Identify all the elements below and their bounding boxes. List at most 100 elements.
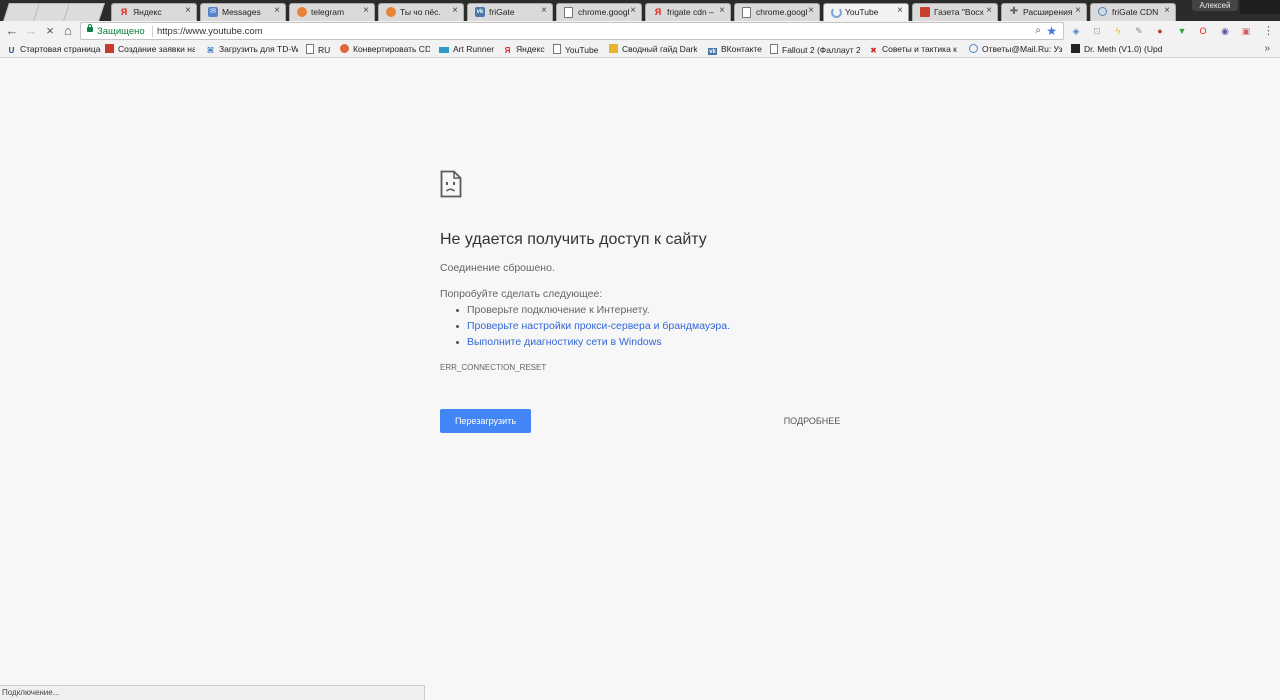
tab-title: YouTube <box>845 7 879 17</box>
bookmark-item[interactable]: Сводный гайд Dark S <box>609 44 697 55</box>
opera-extension-icon[interactable]: O <box>1197 25 1209 37</box>
tab-close-icon[interactable]: × <box>719 6 725 16</box>
suggestion-proxy-firewall-link[interactable]: Проверьте настройки прокси-сервера и бра… <box>440 320 730 336</box>
tab-close-icon[interactable]: × <box>185 6 191 16</box>
vpn-extension-icon[interactable]: ▣ <box>1240 25 1252 37</box>
bookmark-label: Конвертировать CD <box>353 44 430 54</box>
address-bar[interactable]: Защищено https://www.youtube.com ⌕ ★ <box>80 22 1064 40</box>
bookmark-item[interactable]: ⌘ Загрузить для TD-W <box>206 44 298 55</box>
tab-yandex[interactable]: Я Яндекс × <box>109 3 199 21</box>
tab-close-icon[interactable]: × <box>808 6 814 16</box>
bookmark-item[interactable]: RU <box>306 44 336 55</box>
tab-pes[interactable]: Ты чо пёс. × <box>376 3 466 21</box>
news-icon <box>920 7 930 17</box>
tab-strip: Я Яндекс × ✉ Messages × telegram × Ты чо… <box>0 0 1280 21</box>
bookmark-item[interactable]: Dr. Meth (V1.0) (Upd <box>1071 44 1163 55</box>
tab-close-icon[interactable]: × <box>541 6 547 16</box>
zoom-icon[interactable]: ⌕ <box>1035 25 1041 37</box>
bookmark-item[interactable]: Art Runner <box>439 44 497 55</box>
page-icon <box>553 44 561 54</box>
pdf-extension-icon[interactable]: ✎ <box>1133 25 1145 37</box>
bookmark-label: Art Runner <box>453 44 495 54</box>
stop-loading-icon[interactable]: × <box>43 24 57 38</box>
avatar-extension-icon[interactable]: ● <box>1154 25 1166 37</box>
bookmark-item[interactable]: ✖ Советы и тактика к <box>869 44 959 55</box>
bookmark-item[interactable]: Создание заявки на <box>105 44 195 55</box>
bookmark-item[interactable]: Конвертировать CD <box>340 44 430 55</box>
page-icon <box>770 44 778 54</box>
lock-icon <box>87 24 93 32</box>
minimize-button[interactable] <box>1240 0 1260 14</box>
frigate-extension-icon[interactable]: ◈ <box>1070 25 1082 37</box>
tab-close-icon[interactable]: × <box>1164 6 1170 16</box>
tab-close-icon[interactable]: × <box>363 6 369 16</box>
viber-extension-icon[interactable]: ◉ <box>1219 25 1231 37</box>
bookmark-label: Советы и тактика к <box>882 44 957 54</box>
tab-title: friGate <box>489 7 515 17</box>
bookmark-item[interactable]: YouTube <box>553 44 603 55</box>
tab-chrome-google-1[interactable]: chrome.googl × <box>554 3 644 21</box>
pinned-tab[interactable] <box>63 3 105 21</box>
tab-close-icon[interactable]: × <box>986 6 992 16</box>
tab-title: Газета "Восх <box>934 7 984 17</box>
tab-chrome-google-2[interactable]: chrome.googl × <box>732 3 822 21</box>
tab-youtube[interactable]: YouTube × <box>821 3 911 21</box>
suggestion-network-diagnostics-link[interactable]: Выполните диагностику сети в Windows <box>440 336 730 352</box>
tab-telegram[interactable]: telegram × <box>287 3 377 21</box>
loading-spinner-icon <box>831 7 842 18</box>
tab-messages[interactable]: ✉ Messages × <box>198 3 288 21</box>
vk-icon: vk <box>708 48 717 55</box>
bookmark-item[interactable]: vk ВКонтакте <box>708 44 764 55</box>
download-extension-icon[interactable]: ▼ <box>1176 25 1188 37</box>
bookmark-label: Яндекс <box>516 44 545 54</box>
bookmark-item[interactable]: Ответы@Mail.Ru: Уз <box>969 44 1073 55</box>
tab-title: Расширения <box>1023 7 1073 17</box>
bookmark-star-icon[interactable]: ★ <box>1046 24 1057 38</box>
profile-button[interactable]: Алексей <box>1192 0 1238 11</box>
tab-title: telegram <box>311 7 345 17</box>
url-text[interactable]: https://www.youtube.com <box>157 26 263 37</box>
reload-button[interactable]: Перезагрузить <box>440 409 531 433</box>
lightning-extension-icon[interactable]: ϟ <box>1112 25 1124 37</box>
tab-close-icon[interactable]: × <box>452 6 458 16</box>
tabs-container: Я Яндекс × ✉ Messages × telegram × Ты чо… <box>0 0 1178 21</box>
home-icon[interactable]: ⌂ <box>61 24 75 38</box>
details-button[interactable]: ПОДРОБНЕЕ <box>770 413 854 429</box>
bookmark-item[interactable]: Fallout 2 (Фаллаут 2) <box>770 44 860 55</box>
art-runner-icon <box>439 47 449 53</box>
yandex-icon: Я <box>120 7 128 17</box>
menu-icon[interactable]: ⋮ <box>1263 25 1274 37</box>
tab-title: friGate CDN <box>1112 7 1159 17</box>
tab-close-icon[interactable]: × <box>1075 6 1081 16</box>
page-icon <box>564 7 573 18</box>
bookmark-item[interactable]: U Стартовая страница <box>7 44 102 55</box>
tips-icon: ✖ <box>870 46 877 55</box>
tab-frigate-cdn[interactable]: friGate CDN × <box>1088 3 1178 21</box>
back-arrow-icon[interactable]: ← <box>5 24 19 38</box>
tab-title: chrome.googl <box>578 7 630 17</box>
dark-souls-icon <box>609 44 618 53</box>
tab-title: Messages <box>222 7 261 17</box>
tab-extensions[interactable]: ✚ Расширения × <box>999 3 1089 21</box>
tab-title: chrome.googl <box>756 7 808 17</box>
bookmark-label: Ответы@Mail.Ru: Уз <box>982 44 1063 54</box>
tab-gazeta[interactable]: Газета "Восх × <box>910 3 1000 21</box>
cart-extension-icon[interactable]: ⊡ <box>1091 25 1103 37</box>
tab-frigate-cdn-search[interactable]: Я frigate cdn – × <box>643 3 733 21</box>
more-bookmarks-icon[interactable]: » <box>1264 43 1270 55</box>
tab-close-icon[interactable]: × <box>630 6 636 16</box>
bookmark-item[interactable]: Я Яндекс <box>503 44 547 55</box>
tab-frigate[interactable]: vk friGate × <box>465 3 555 21</box>
close-window-button[interactable] <box>1260 0 1280 14</box>
security-label: Защищено <box>97 26 145 37</box>
suggestions-list: Проверьте подключение к Интернету. Прове… <box>440 304 730 352</box>
bookmark-label: Стартовая страница <box>20 44 101 54</box>
tab-close-icon[interactable]: × <box>274 6 280 16</box>
answers-icon <box>969 44 978 53</box>
messages-icon: ✉ <box>208 7 218 17</box>
vk-icon: vk <box>475 7 485 17</box>
tab-close-icon[interactable]: × <box>897 6 903 16</box>
error-title: Не удается получить доступ к сайту <box>440 231 707 248</box>
forward-arrow-icon[interactable]: → <box>24 24 38 38</box>
sad-page-icon <box>440 170 462 198</box>
